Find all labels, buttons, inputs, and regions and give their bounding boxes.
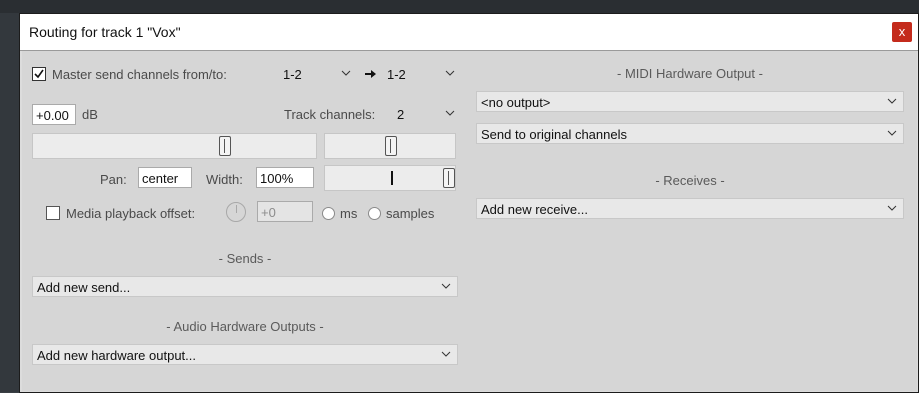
- sends-header: - Sends -: [218, 251, 272, 266]
- samples-radio[interactable]: [368, 207, 381, 220]
- checkmark-icon: [34, 69, 44, 79]
- midi-output-select[interactable]: <no output>: [476, 91, 904, 112]
- receives-header: - Receives -: [655, 173, 725, 188]
- chevron-down-icon: [445, 110, 455, 116]
- chevron-down-icon: [887, 205, 897, 211]
- media-offset-checkbox[interactable]: [46, 206, 60, 220]
- width-slider-thumb[interactable]: [443, 168, 455, 188]
- samples-label: samples: [386, 206, 435, 221]
- master-send-checkbox[interactable]: [32, 67, 46, 81]
- pan-slider-thumb[interactable]: [385, 136, 397, 156]
- media-offset-knob[interactable]: [226, 202, 246, 222]
- track-channels-label: Track channels:: [284, 107, 376, 122]
- media-offset-label: Media playback offset:: [66, 206, 196, 221]
- chevron-down-icon: [341, 70, 351, 76]
- width-input[interactable]: 100%: [256, 167, 314, 188]
- midi-channels-select[interactable]: Send to original channels: [476, 123, 904, 144]
- ms-label: ms: [340, 206, 358, 221]
- chevron-down-icon: [441, 351, 451, 357]
- chevron-down-icon: [887, 130, 897, 136]
- volume-slider-thumb[interactable]: [219, 136, 231, 156]
- pan-input[interactable]: center: [138, 167, 192, 188]
- master-send-to-select[interactable]: 1-2: [382, 63, 462, 84]
- add-hw-output-select[interactable]: Add new hardware output...: [32, 344, 458, 365]
- title-bar[interactable]: Routing for track 1 "Vox" x: [20, 14, 918, 51]
- chevron-down-icon: [441, 283, 451, 289]
- add-receive-select[interactable]: Add new receive...: [476, 198, 904, 219]
- chevron-down-icon: [445, 70, 455, 76]
- volume-unit-label: dB: [82, 107, 98, 122]
- chevron-down-icon: [887, 98, 897, 104]
- close-button[interactable]: x: [892, 22, 912, 42]
- routing-dialog: Routing for track 1 "Vox" x Master send …: [19, 13, 919, 393]
- volume-input[interactable]: +0.00: [32, 104, 76, 125]
- pan-label: Pan:: [100, 172, 127, 187]
- dialog-client: Master send channels from/to: 1-2 1-2 +0…: [22, 51, 917, 391]
- width-slider-center-mark: [391, 171, 393, 185]
- volume-slider[interactable]: [32, 133, 317, 159]
- pan-slider[interactable]: [324, 133, 456, 159]
- ms-radio[interactable]: [322, 207, 335, 220]
- audio-hw-header: - Audio Hardware Outputs -: [166, 319, 324, 334]
- background-track-strip: [0, 13, 19, 392]
- arrow-right-icon: [365, 70, 376, 78]
- background-tracks: [0, 0, 919, 13]
- midi-hw-header: - MIDI Hardware Output -: [617, 66, 763, 81]
- media-offset-input[interactable]: +0: [257, 201, 313, 222]
- width-slider[interactable]: [324, 165, 456, 191]
- master-send-label: Master send channels from/to:: [52, 67, 227, 82]
- track-channels-select[interactable]: 2: [392, 103, 462, 124]
- master-send-from-select[interactable]: 1-2: [278, 63, 358, 84]
- width-label: Width:: [206, 172, 243, 187]
- window-title: Routing for track 1 "Vox": [29, 24, 181, 40]
- add-send-select[interactable]: Add new send...: [32, 276, 458, 297]
